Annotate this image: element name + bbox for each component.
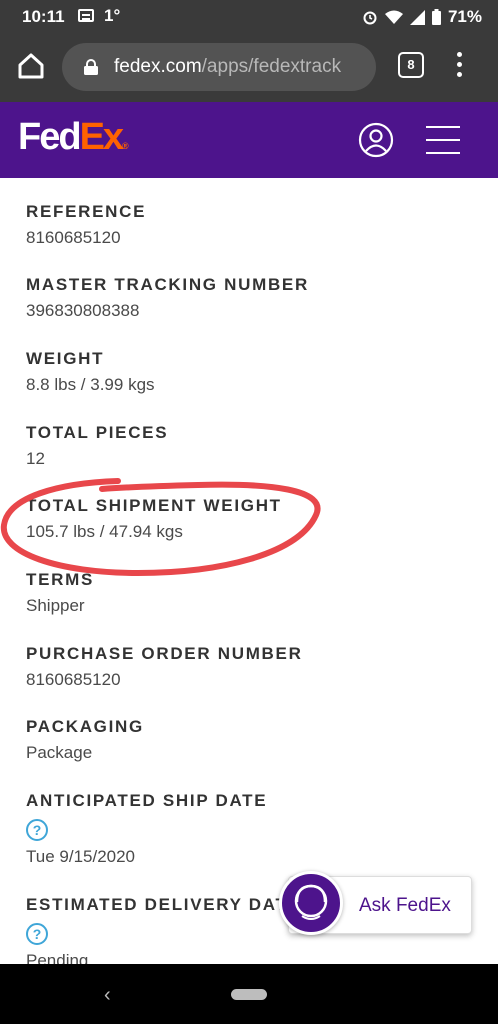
field-value: Shipper [26, 596, 85, 615]
overflow-menu-icon[interactable] [456, 52, 464, 80]
field-value: Tue 9/15/2020 [26, 847, 136, 866]
status-time: 10:11 [22, 7, 65, 26]
url-bar[interactable]: fedex.com/apps/fedextrack [62, 43, 376, 91]
field-terms: TERMS Shipper [26, 570, 94, 616]
fedex-logo[interactable]: FedEx® [18, 116, 129, 159]
ask-fedex-label: Ask FedEx [359, 895, 451, 916]
shipment-details: REFERENCE 8160685120 MASTER TRACKING NUM… [0, 178, 498, 964]
site-header: FedEx® [0, 102, 498, 178]
status-bar: 10:11 1° 71% [0, 0, 498, 32]
field-anticipated-ship-date: ANTICIPATED SHIP DATE ? Tue 9/15/2020 [26, 791, 267, 867]
field-label: ANTICIPATED SHIP DATE [26, 791, 268, 810]
field-label: PACKAGING [26, 717, 144, 736]
field-label: WEIGHT [26, 349, 105, 368]
field-label: TOTAL SHIPMENT WEIGHT [26, 496, 282, 515]
alarm-icon [363, 11, 377, 25]
screen: 10:11 1° 71% fedex.com/apps/fedextrack 8… [0, 0, 498, 1024]
tab-switcher-button[interactable]: 8 [398, 52, 424, 78]
status-right: 71% [362, 7, 482, 27]
url-text: fedex.com/apps/fedextrack [114, 56, 341, 78]
field-value: 396830808388 [26, 301, 140, 320]
field-estimated-delivery-date: ESTIMATED DELIVERY DATE ? Pending [26, 895, 301, 964]
notification-icon [78, 9, 94, 22]
field-value: 8.8 lbs / 3.99 kgs [26, 375, 155, 394]
field-total-pieces: TOTAL PIECES 12 [26, 423, 168, 469]
url-path: /apps/fedextrack [201, 56, 342, 77]
field-label: MASTER TRACKING NUMBER [26, 275, 309, 294]
hamburger-menu-icon[interactable] [426, 126, 460, 154]
system-nav-bar: ‹ [0, 964, 498, 1024]
field-label: PURCHASE ORDER NUMBER [26, 644, 303, 663]
field-label: TOTAL PIECES [26, 423, 169, 442]
field-value: Package [26, 743, 93, 762]
field-total-shipment-weight: TOTAL SHIPMENT WEIGHT 105.7 lbs / 47.94 … [26, 496, 282, 542]
field-master-tracking-number: MASTER TRACKING NUMBER 396830808388 [26, 275, 309, 321]
url-domain: fedex.com [114, 56, 202, 77]
help-icon[interactable]: ? [26, 923, 48, 945]
signal-icon [409, 9, 425, 25]
chat-agent-avatar-icon[interactable] [279, 871, 343, 935]
back-icon[interactable]: ‹ [104, 984, 111, 1007]
field-value: 105.7 lbs / 47.94 kgs [26, 522, 183, 541]
field-value: 8160685120 [26, 228, 121, 247]
account-icon[interactable] [358, 122, 394, 158]
field-value: Pending [26, 951, 89, 964]
field-label: REFERENCE [26, 202, 147, 221]
field-reference: REFERENCE 8160685120 [26, 202, 146, 248]
battery-icon [431, 9, 441, 25]
field-purchase-order-number: PURCHASE ORDER NUMBER 8160685120 [26, 644, 303, 690]
home-icon[interactable] [14, 49, 48, 83]
field-label: TERMS [26, 570, 94, 589]
battery-percent: 71% [447, 7, 482, 26]
field-value: 12 [26, 449, 45, 468]
field-label: ESTIMATED DELIVERY DATE [26, 895, 301, 914]
home-gesture-pill[interactable] [231, 989, 267, 1000]
field-weight: WEIGHT 8.8 lbs / 3.99 kgs [26, 349, 155, 395]
lock-icon [84, 59, 98, 75]
field-value: 8160685120 [26, 670, 121, 689]
status-temperature: 1° [104, 6, 121, 25]
help-icon[interactable]: ? [26, 819, 48, 841]
wifi-icon [384, 10, 403, 24]
browser-toolbar: fedex.com/apps/fedextrack 8 [0, 32, 498, 102]
field-packaging: PACKAGING Package [26, 717, 144, 763]
